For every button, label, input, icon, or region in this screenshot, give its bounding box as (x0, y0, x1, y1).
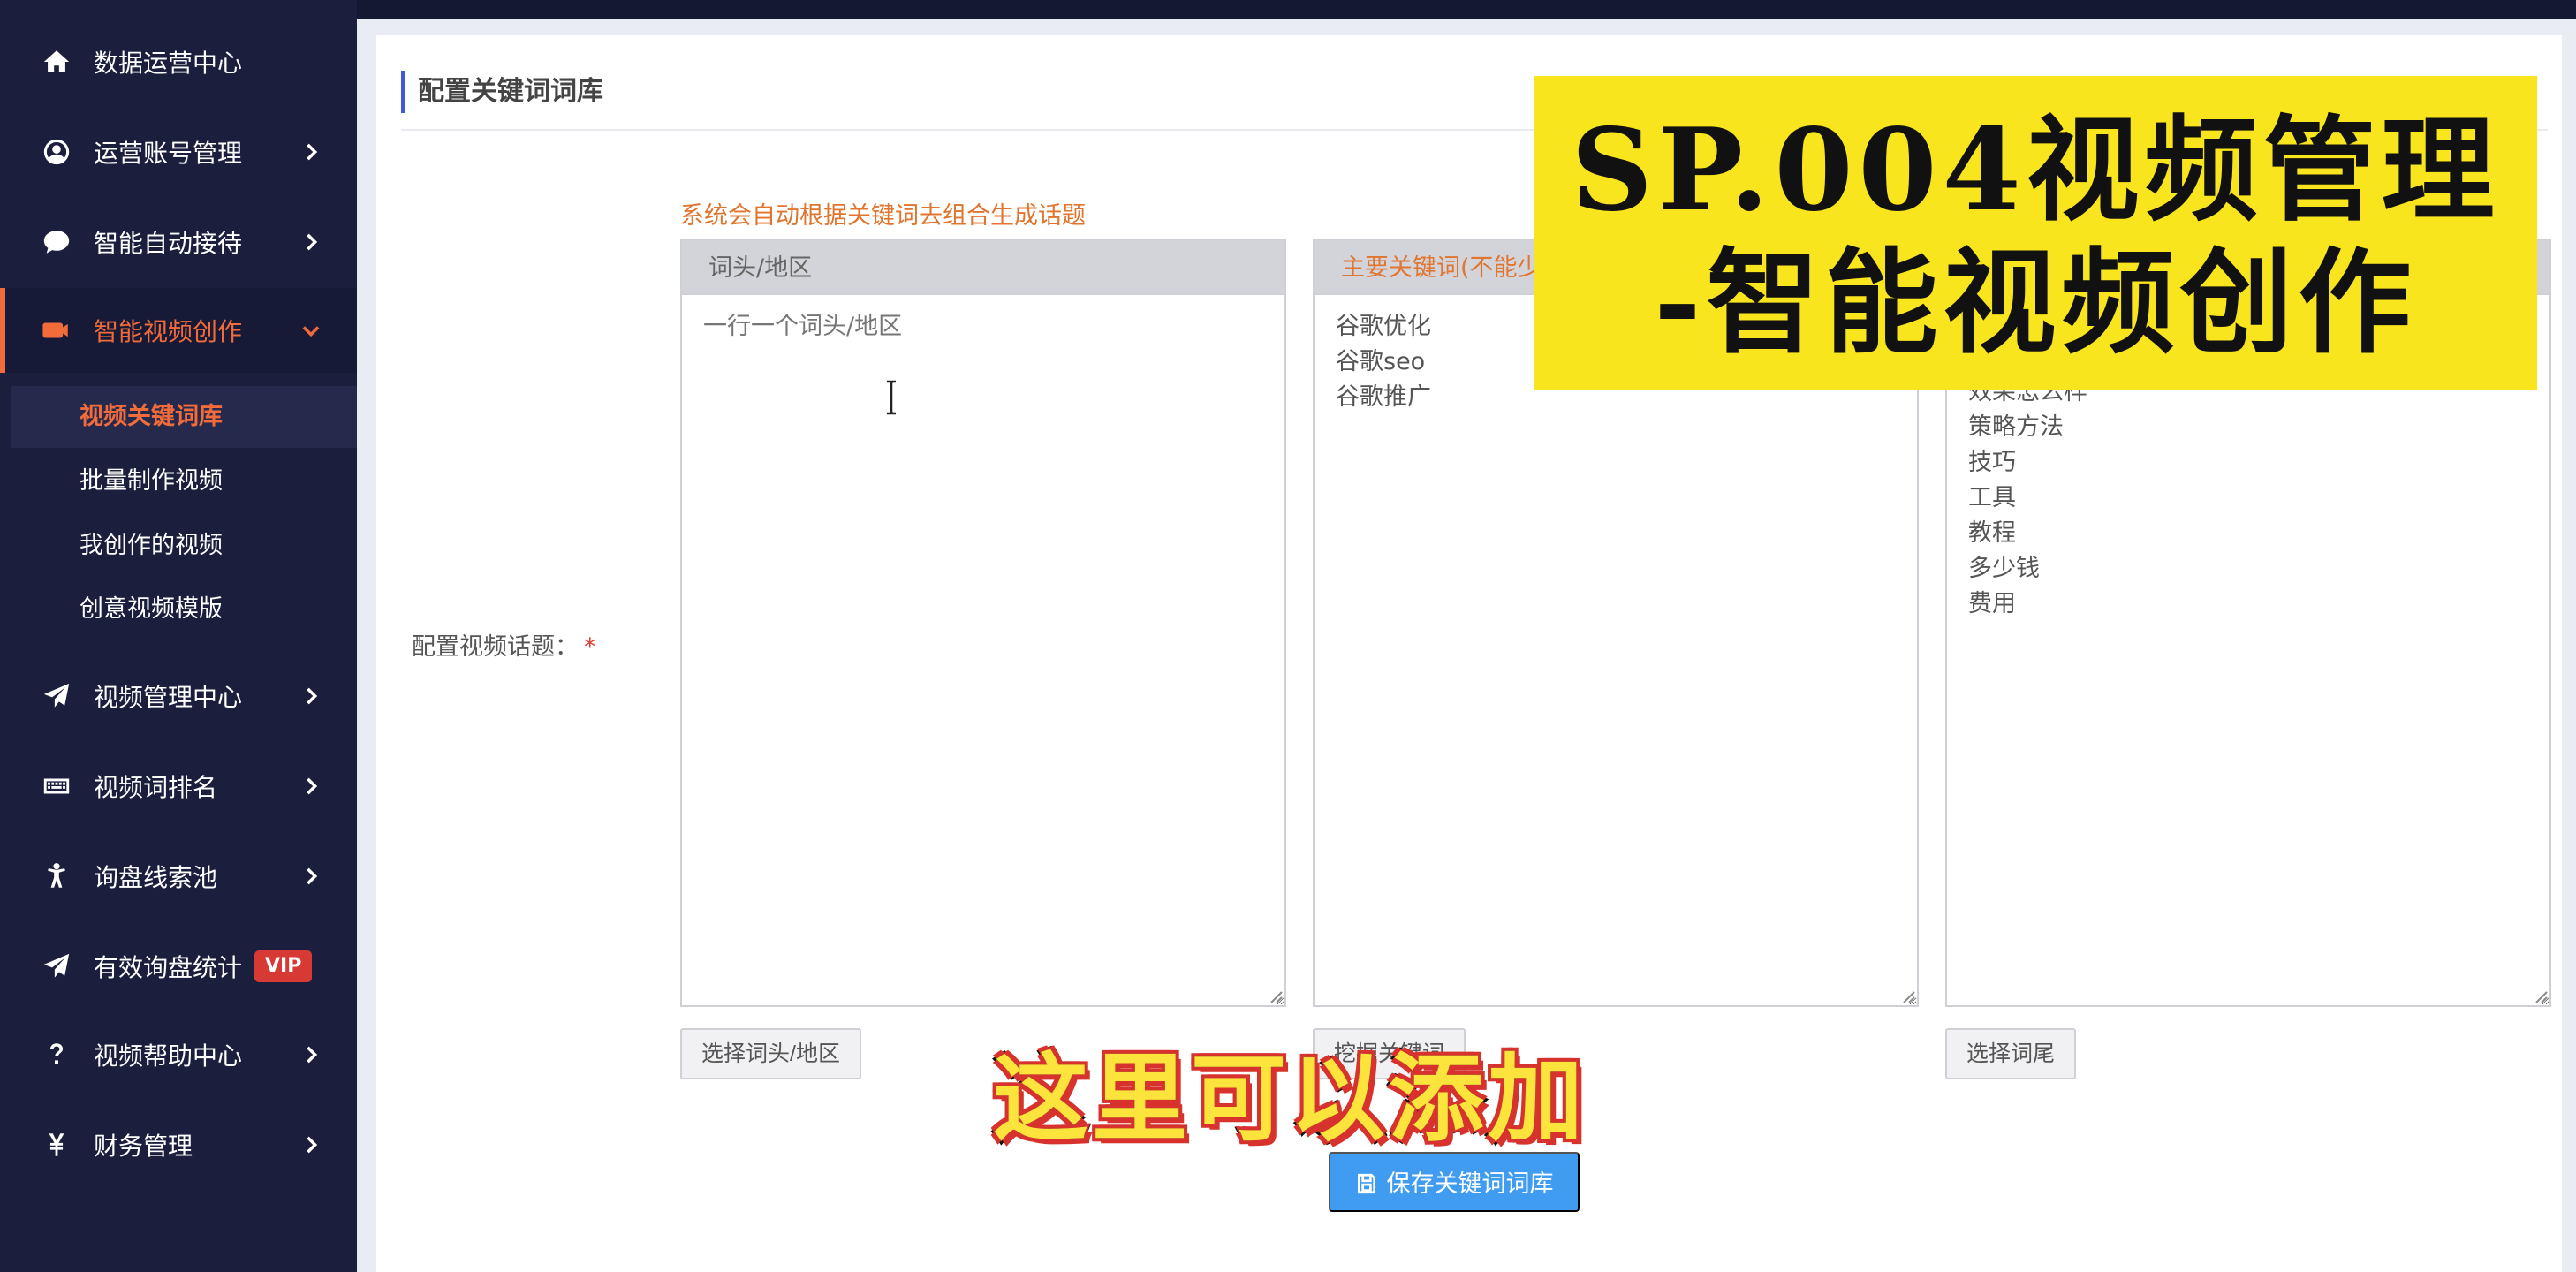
paper-plane-icon (41, 680, 72, 712)
yen-icon (41, 1129, 72, 1161)
column-header-prefix: 词头/地区 (680, 238, 1286, 295)
chevron-down-icon (299, 318, 323, 343)
video-title-banner: SP.004视频管理 -智能视频创作 (1534, 76, 2537, 390)
chevron-right-icon (299, 684, 323, 708)
sidebar-item-inquiry-pool[interactable]: 询盘线索池 (0, 834, 357, 919)
sidebar-item-video-creation[interactable]: 智能视频创作 (0, 288, 357, 373)
sidebar-item-account-management[interactable]: 运营账号管理 (0, 110, 357, 194)
video-subtitle-caption: 这里可以添加 (990, 1041, 1587, 1157)
sidebar-item-label: 智能视频创作 (94, 317, 243, 346)
floppy-disk-icon (1355, 1157, 1378, 1217)
sidebar-item-data-center[interactable]: 数据运营中心 (0, 19, 357, 104)
chat-bubble-icon (41, 226, 72, 258)
suffix-line: 策略方法 (1968, 413, 2064, 441)
prefix-textarea[interactable] (680, 293, 1286, 1007)
chevron-right-icon (299, 774, 323, 799)
sidebar-item-video-management[interactable]: 视频管理中心 (0, 654, 357, 738)
page-title: 配置关键词词库 (401, 71, 603, 113)
chevron-right-icon (299, 864, 323, 889)
sidebar-item-label: 智能自动接待 (94, 229, 243, 258)
chevron-right-icon (299, 230, 323, 254)
sidebar-item-label: 财务管理 (94, 1132, 193, 1161)
select-prefix-button[interactable]: 选择词头/地区 (680, 1028, 861, 1079)
resize-grip-icon[interactable] (2532, 988, 2548, 1003)
select-suffix-button[interactable]: 选择词尾 (1945, 1028, 2077, 1079)
resize-grip-icon[interactable] (1267, 988, 1283, 1003)
suffix-line: 工具 (1968, 484, 2016, 511)
suffix-line: 费用 (1968, 590, 2016, 617)
submenu-item-my-videos[interactable]: 我创作的视频 (80, 528, 223, 564)
home-icon (41, 46, 72, 78)
sidebar-item-label: 视频词排名 (94, 773, 218, 802)
question-icon (41, 1039, 72, 1071)
topic-config-label: 配置视频话题： * (412, 633, 596, 661)
user-circle-icon (41, 136, 72, 168)
paper-plane-icon (41, 950, 72, 982)
sidebar-item-inquiry-statistics[interactable]: 有效询盘统计 VIP (0, 924, 357, 1009)
submenu-item-video-keyword-library[interactable]: 视频关键词库 (80, 399, 223, 435)
resize-grip-icon[interactable] (1899, 988, 1915, 1003)
banner-title-line-2: -智能视频创作 (1654, 237, 2417, 369)
video-camera-icon (41, 314, 72, 346)
sidebar-item-finance[interactable]: 财务管理 (0, 1102, 357, 1187)
sidebar-item-auto-reception[interactable]: 智能自动接待 (0, 200, 357, 284)
sidebar: 数据运营中心 运营账号管理 智能自动接待 智能视频创作 视频关键词库 批量制作视… (0, 0, 357, 1272)
sidebar-item-label: 视频管理中心 (94, 683, 243, 712)
chevron-right-icon (299, 1042, 323, 1067)
chevron-right-icon (299, 140, 323, 164)
submenu-item-batch-create-video[interactable]: 批量制作视频 (80, 464, 223, 499)
suffix-list: 效果怎么样 策略方法 技巧 工具 教程 多少钱 费用 (1968, 375, 2528, 622)
suffix-line: 技巧 (1968, 449, 2016, 476)
top-bar (357, 0, 2576, 19)
sidebar-item-label: 视频帮助中心 (94, 1041, 243, 1071)
form-hint: 系统会自动根据关键词去组合生成话题 (680, 202, 1086, 230)
save-button-label: 保存关键词词库 (1386, 1170, 1554, 1197)
sidebar-item-label: 询盘线索池 (94, 863, 218, 892)
chevron-right-icon (299, 1132, 323, 1157)
suffix-line: 教程 (1968, 519, 2016, 547)
sidebar-item-video-ranking[interactable]: 视频词排名 (0, 744, 357, 829)
save-keyword-library-button[interactable]: 保存关键词词库 (1329, 1152, 1580, 1212)
sidebar-item-help-center[interactable]: 视频帮助中心 (0, 1012, 357, 1097)
sidebar-item-label: 运营账号管理 (94, 139, 243, 168)
sidebar-item-label: 数据运营中心 (94, 49, 243, 78)
main-keywords-textarea[interactable]: 谷歌优化 谷歌seo 谷歌推广 (1313, 293, 1919, 1007)
keyboard-icon (41, 770, 72, 802)
vip-badge: VIP (254, 950, 313, 982)
text-cursor-icon (882, 380, 901, 415)
required-mark: * (584, 633, 596, 661)
banner-title-line-1: SP.004视频管理 (1571, 104, 2500, 237)
suffix-line: 多少钱 (1968, 555, 2040, 582)
sidebar-item-label: 有效询盘统计 (94, 953, 243, 982)
suffix-textarea[interactable]: 效果怎么样 策略方法 技巧 工具 教程 多少钱 费用 (1945, 293, 2551, 1007)
submenu-item-video-templates[interactable]: 创意视频模版 (80, 592, 223, 627)
person-icon (41, 860, 72, 892)
